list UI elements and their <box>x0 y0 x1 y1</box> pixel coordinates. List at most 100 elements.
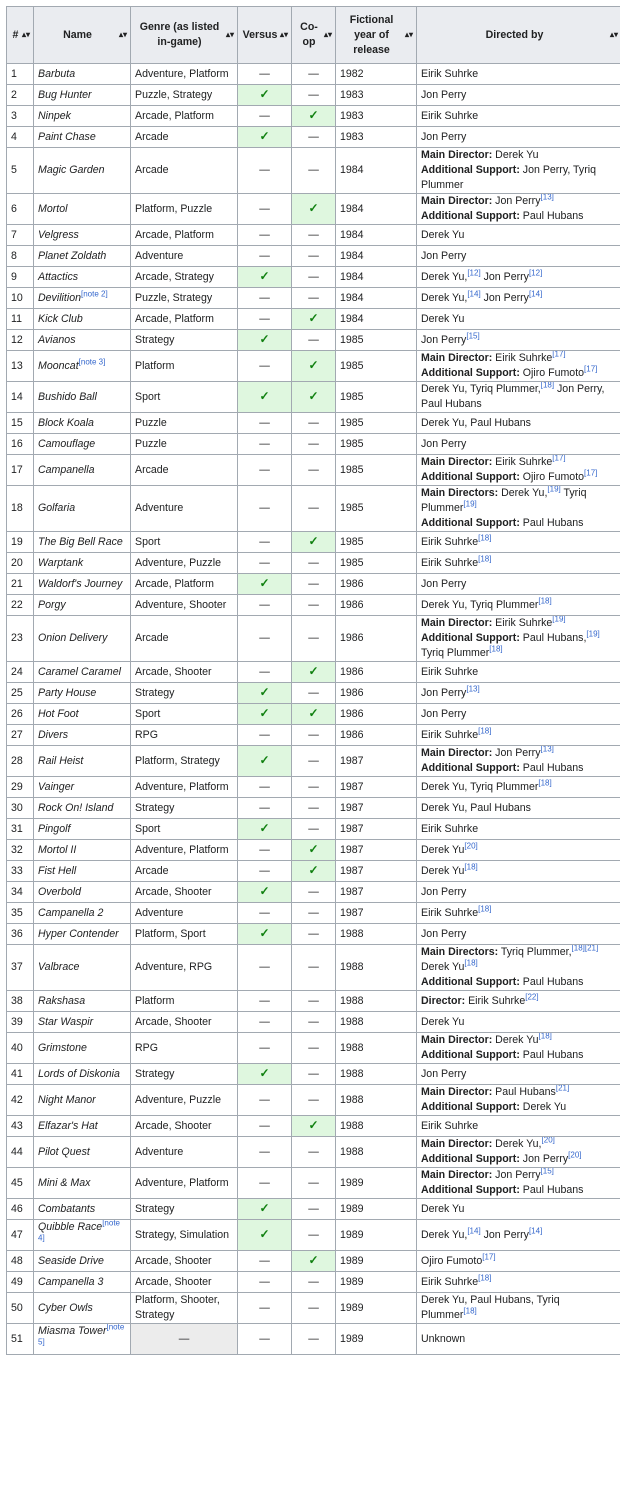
header-year[interactable]: Fictional year of release ▴▾ <box>335 6 417 64</box>
reference-link[interactable]: [14] <box>467 289 480 298</box>
reference-link[interactable]: [18] <box>541 383 554 390</box>
reference-link[interactable]: [20] <box>568 1150 581 1159</box>
reference-link[interactable]: [18] <box>478 1273 491 1282</box>
row-number: 28 <box>6 745 34 777</box>
versus-cell: ✓ <box>237 703 292 725</box>
sort-updown-icon[interactable]: ▴▾ <box>280 31 288 39</box>
role-label: Additional Support: <box>421 632 520 644</box>
director-line: Additional Support: Ojiro Fumoto[17] <box>421 468 617 485</box>
reference-link[interactable]: [18] <box>464 958 477 967</box>
reference-link[interactable]: [18] <box>463 1306 476 1315</box>
role-label: Main Director: <box>421 149 493 161</box>
reference-link[interactable]: [18][21] <box>572 946 599 953</box>
coop-cell: — <box>291 724 336 746</box>
header-genre[interactable]: Genre (as listed in-game) ▴▾ <box>130 6 238 64</box>
reference-link[interactable]: [22] <box>525 992 538 1001</box>
reference-link[interactable]: [20] <box>542 1138 555 1145</box>
genre-cell: Adventure, RPG <box>130 944 238 991</box>
year-cell: 1983 <box>335 84 417 106</box>
reference-link[interactable]: [17] <box>552 456 565 463</box>
reference-link[interactable]: [18] <box>478 904 491 913</box>
header-label: Directed by <box>485 28 544 41</box>
table-row: 51 Miasma Tower[note 5] — — —1989 Unknown <box>6 1323 620 1355</box>
reference-link[interactable]: [18] <box>489 644 502 653</box>
sort-updown-icon[interactable]: ▴▾ <box>324 31 332 39</box>
genre-cell: Arcade <box>130 147 238 194</box>
row-number: 22 <box>6 594 34 616</box>
role-label: Additional Support: <box>421 367 520 379</box>
reference-link[interactable]: [13] <box>541 747 554 754</box>
director-name: Eirik Suhrke <box>421 906 479 919</box>
reference-link[interactable]: [18] <box>539 1034 552 1041</box>
sort-updown-icon[interactable]: ▴▾ <box>405 31 413 39</box>
footnote-link[interactable]: [note 2] <box>81 289 108 298</box>
director-line: Derek Yu, Paul Hubans <box>421 416 617 431</box>
reference-link[interactable]: [14] <box>529 289 542 298</box>
coop-cell: — <box>291 944 336 991</box>
reference-link[interactable]: [19] <box>463 499 476 508</box>
header-directed[interactable]: Directed by ▴▾ <box>416 6 620 64</box>
check-icon: ✓ <box>308 534 319 548</box>
director-line: Jon Perry <box>421 249 617 264</box>
dash-mark: — <box>259 1254 270 1267</box>
reference-link[interactable]: [17] <box>482 1252 495 1261</box>
dash-mark: — <box>259 228 270 241</box>
reference-link[interactable]: [21] <box>556 1086 569 1093</box>
reference-link[interactable]: [18] <box>464 862 477 871</box>
table-row: 27 Divers RPG — —1986 Eirik Suhrke[18] <box>6 724 620 746</box>
reference-link[interactable]: [18] <box>538 778 551 787</box>
genre-cell: Arcade, Shooter <box>130 1011 238 1033</box>
sort-updown-icon[interactable]: ▴▾ <box>610 31 618 39</box>
coop-cell: — <box>291 818 336 840</box>
reference-link[interactable]: [17] <box>584 364 597 373</box>
director-name: Paul Hubans <box>519 762 584 774</box>
reference-link[interactable]: [12] <box>467 268 480 277</box>
table-row: 32 Mortol II Adventure, Platform — ✓ 1987 Dere… <box>6 839 620 861</box>
reference-link[interactable]: [17] <box>584 468 597 477</box>
sort-updown-icon[interactable]: ▴▾ <box>119 31 127 39</box>
directed-cell: Jon Perry <box>416 84 620 106</box>
director-name: Paul Hubans <box>492 1086 556 1098</box>
reference-link[interactable]: [19] <box>552 617 565 624</box>
dash-mark: — <box>308 270 319 283</box>
reference-link[interactable]: [20] <box>464 841 477 850</box>
reference-link[interactable]: [18] <box>478 533 491 542</box>
directed-cell: Derek Yu, Paul Hubans <box>416 797 620 819</box>
dash-mark: — <box>308 291 319 304</box>
versus-cell: — <box>237 350 292 382</box>
reference-link[interactable]: [15] <box>541 1169 554 1176</box>
coop-cell: — <box>291 224 336 246</box>
dash-mark: — <box>308 1067 319 1080</box>
reference-link[interactable]: [13] <box>541 195 554 202</box>
versus-cell: — <box>237 454 292 486</box>
role-label: Main Directors: <box>421 946 499 958</box>
table-row: 39 Star Waspir Arcade, Shooter — — 1988 Derek … <box>6 1011 620 1033</box>
footnote-link[interactable]: [note 3] <box>79 357 106 366</box>
header-num[interactable]: # ▴▾ <box>6 6 34 64</box>
reference-link[interactable]: [14] <box>467 1226 480 1235</box>
reference-link[interactable]: [18] <box>538 596 551 605</box>
sort-updown-icon[interactable]: ▴▾ <box>22 31 30 39</box>
header-name[interactable]: Name ▴▾ <box>33 6 131 64</box>
reference-link[interactable]: [12] <box>529 268 542 277</box>
check-icon: ✓ <box>259 269 270 283</box>
reference-link[interactable]: [13] <box>466 684 479 693</box>
reference-link[interactable]: [18] <box>478 726 491 735</box>
check-icon: ✓ <box>259 332 270 346</box>
table-row: 3 Ninpek Arcade, Platform — ✓ 1983 Eirik Suhrk… <box>6 105 620 127</box>
header-coop[interactable]: Co-op ▴▾ <box>291 6 336 64</box>
reference-link[interactable]: [18] <box>478 554 491 563</box>
game-name: Party House <box>38 686 97 699</box>
reference-link[interactable]: [15] <box>466 331 479 340</box>
directed-cell: Eirik Suhrke <box>416 1115 620 1137</box>
reference-link[interactable]: [19] <box>547 487 560 494</box>
reference-link[interactable]: [17] <box>552 352 565 359</box>
header-versus[interactable]: Versus ▴▾ <box>237 6 292 64</box>
genre-cell: Adventure <box>130 245 238 267</box>
dash-mark: — <box>308 1176 319 1189</box>
reference-link[interactable]: [19] <box>586 629 599 638</box>
director-line: Unknown <box>421 1332 617 1347</box>
director-name: Eirik Suhrke <box>421 1275 479 1288</box>
sort-updown-icon[interactable]: ▴▾ <box>226 31 234 39</box>
reference-link[interactable]: [14] <box>529 1226 542 1235</box>
